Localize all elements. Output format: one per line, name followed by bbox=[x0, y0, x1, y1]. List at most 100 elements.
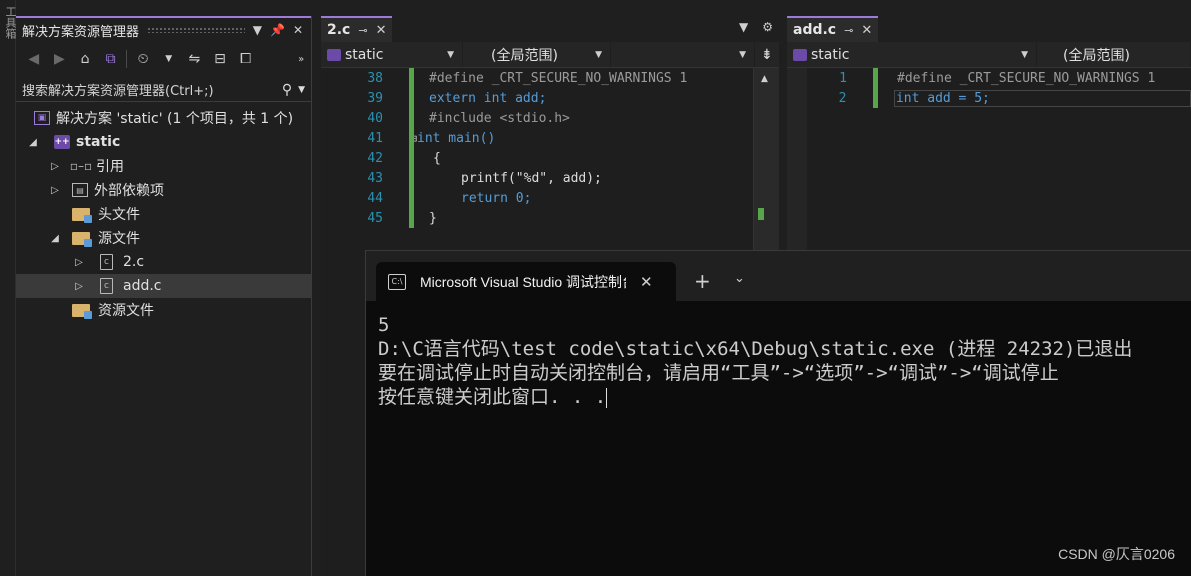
close-icon[interactable]: ✕ bbox=[640, 273, 653, 291]
c-file-icon: c bbox=[100, 254, 113, 270]
pin-icon[interactable]: ⊸ bbox=[844, 24, 853, 37]
code-text: } bbox=[429, 210, 437, 226]
tree-item-file-addc[interactable]: ▷ c add.c bbox=[16, 274, 311, 298]
code-text: int main() bbox=[417, 130, 496, 146]
code-line[interactable]: 1 #define _CRT_SECURE_NO_WARNINGS 1 bbox=[787, 68, 1191, 88]
external-dependencies-icon: ▤ bbox=[72, 183, 88, 197]
tree-item-solution[interactable]: ▣ 解决方案 'static' (1 个项目，共 1 个) bbox=[16, 106, 311, 130]
code-text: #define _CRT_SECURE_NO_WARNINGS 1 bbox=[429, 70, 688, 86]
tree-item-resource-files[interactable]: 资源文件 bbox=[16, 298, 311, 322]
tab-2c[interactable]: 2.c ⊸ ✕ bbox=[321, 16, 393, 42]
tree-item-file-2c[interactable]: ▷ c 2.c bbox=[16, 250, 311, 274]
code-line[interactable]: 42 { bbox=[321, 148, 779, 168]
console-line-text: 按任意键关闭此窗口. . . bbox=[378, 386, 607, 408]
code-line[interactable]: 2 int add = 5; bbox=[787, 88, 1191, 108]
watermark: CSDN @仄言0206 bbox=[1058, 546, 1175, 562]
project-dropdown[interactable]: static ▼ bbox=[787, 42, 1037, 67]
tree-item-label: static bbox=[76, 134, 121, 150]
filter-folder-icon bbox=[72, 207, 92, 223]
chevron-down-icon[interactable]: ▼ bbox=[1021, 50, 1028, 60]
overflow-icon[interactable]: » bbox=[291, 48, 311, 70]
line-number: 38 bbox=[367, 70, 383, 86]
collapsed-arrow-icon[interactable]: ▷ bbox=[48, 161, 62, 172]
vs-ide-window: 工具箱 解决方案资源管理器 ▼ 📌 ✕ ◀ ▶ ⌂ ⧉ ⏲ ▼ ⇋ ⊟ ⧠ » bbox=[0, 0, 1191, 576]
code-line[interactable]: 45 } bbox=[321, 208, 779, 228]
split-icon[interactable]: ⇟ bbox=[761, 47, 773, 63]
chevron-down-icon[interactable]: ▼ bbox=[298, 85, 305, 95]
collapsed-arrow-icon[interactable]: ▷ bbox=[48, 185, 62, 196]
toolbox-strip[interactable]: 工具箱 bbox=[0, 0, 17, 576]
chevron-down-icon[interactable]: ▼ bbox=[739, 50, 746, 60]
code-editor-right[interactable]: 1 #define _CRT_SECURE_NO_WARNINGS 1 2 in… bbox=[787, 68, 1191, 128]
navigation-bar-left: static ▼ (全局范围) ▼ ▼ ⇟ bbox=[321, 42, 779, 68]
sync-icon[interactable]: ⇋ bbox=[185, 48, 205, 70]
tree-item-label: 外部依赖项 bbox=[94, 183, 164, 199]
debug-console-window: C:\ Microsoft Visual Studio 调试控制台 ✕ + ⌄ … bbox=[365, 250, 1191, 576]
code-text: return 0; bbox=[461, 190, 532, 206]
filter-folder-icon bbox=[72, 231, 92, 247]
solution-search-box[interactable]: 搜索解决方案资源管理器(Ctrl+;) ⚲ ▼ bbox=[16, 78, 311, 102]
expanded-arrow-icon[interactable]: ◢ bbox=[48, 233, 62, 244]
new-tab-icon[interactable]: + bbox=[694, 269, 711, 293]
back-icon[interactable]: ◀ bbox=[24, 48, 44, 70]
tree-item-external-deps[interactable]: ▷ ▤ 外部依赖项 bbox=[16, 178, 311, 202]
tree-item-references[interactable]: ▷ ▫–▫ 引用 bbox=[16, 154, 311, 178]
tree-item-header-files[interactable]: 头文件 bbox=[16, 202, 311, 226]
show-all-files-icon[interactable]: ⧠ bbox=[236, 48, 256, 70]
home-icon[interactable]: ⌂ bbox=[75, 48, 95, 70]
code-text: printf("%d", add); bbox=[461, 170, 602, 186]
search-icon[interactable]: ⚲ bbox=[282, 82, 292, 98]
dropdown-icon[interactable]: ▼ bbox=[253, 23, 262, 37]
code-editor-left[interactable]: 38 #define _CRT_SECURE_NO_WARNINGS 1 39 … bbox=[321, 68, 779, 248]
chevron-down-icon[interactable]: ▼ bbox=[595, 50, 602, 60]
tab-label: 2.c bbox=[327, 22, 351, 38]
close-icon[interactable]: ✕ bbox=[861, 23, 872, 38]
c-project-icon bbox=[327, 48, 341, 61]
console-tab[interactable]: C:\ Microsoft Visual Studio 调试控制台 ✕ bbox=[376, 262, 676, 301]
search-input[interactable]: 搜索解决方案资源管理器(Ctrl+;) bbox=[22, 80, 282, 99]
chevron-down-icon[interactable]: ▼ bbox=[159, 48, 179, 70]
tab-label: add.c bbox=[793, 22, 837, 38]
scope-dropdown[interactable]: (全局范围) bbox=[1037, 42, 1191, 67]
close-icon[interactable]: ✕ bbox=[293, 23, 303, 37]
code-line[interactable]: 40 #include <stdio.h> bbox=[321, 108, 779, 128]
project-dropdown[interactable]: static ▼ bbox=[321, 42, 463, 67]
scroll-up-icon[interactable]: ▲ bbox=[761, 74, 768, 84]
member-dropdown[interactable]: ▼ bbox=[611, 42, 755, 67]
pin-icon[interactable]: ⊸ bbox=[358, 24, 367, 37]
tree-item-label: 源文件 bbox=[98, 231, 140, 247]
close-icon[interactable]: ✕ bbox=[376, 23, 387, 38]
code-line[interactable]: 44 return 0; bbox=[321, 188, 779, 208]
code-text: #include <stdio.h> bbox=[429, 110, 570, 126]
chevron-down-icon[interactable]: ⌄ bbox=[734, 271, 745, 286]
code-line[interactable]: 39 extern int add; bbox=[321, 88, 779, 108]
pending-changes-icon[interactable]: ⏲ bbox=[133, 48, 153, 70]
chevron-down-icon[interactable]: ▼ bbox=[739, 20, 748, 34]
collapsed-arrow-icon[interactable]: ▷ bbox=[72, 257, 86, 268]
pin-icon[interactable]: 📌 bbox=[270, 23, 285, 37]
tree-item-project[interactable]: ◢ ++ static bbox=[16, 130, 311, 154]
grip-dots[interactable] bbox=[147, 27, 245, 33]
code-line[interactable]: 43 printf("%d", add); bbox=[321, 168, 779, 188]
tree-item-source-files[interactable]: ◢ 源文件 bbox=[16, 226, 311, 250]
scope-dropdown[interactable]: (全局范围) ▼ bbox=[463, 42, 611, 67]
changed-lines-indicator bbox=[873, 68, 878, 108]
tab-strip-right: add.c ⊸ ✕ bbox=[787, 16, 1191, 42]
tab-addc[interactable]: add.c ⊸ ✕ bbox=[787, 16, 879, 42]
code-line[interactable]: 38 #define _CRT_SECURE_NO_WARNINGS 1 bbox=[321, 68, 779, 88]
project-dropdown-label: static bbox=[345, 46, 384, 63]
expanded-arrow-icon[interactable]: ◢ bbox=[26, 137, 40, 148]
tree-item-label: 引用 bbox=[96, 159, 124, 175]
console-tab-title: Microsoft Visual Studio 调试控制台 bbox=[420, 273, 626, 290]
collapse-all-icon[interactable]: ⊟ bbox=[210, 48, 230, 70]
filter-folder-icon bbox=[72, 303, 92, 319]
tree-item-label: 头文件 bbox=[98, 207, 140, 223]
collapsed-arrow-icon[interactable]: ▷ bbox=[72, 281, 86, 292]
gear-icon[interactable]: ⚙ bbox=[762, 20, 773, 34]
chevron-down-icon[interactable]: ▼ bbox=[447, 50, 454, 60]
forward-icon[interactable]: ▶ bbox=[50, 48, 70, 70]
switch-views-icon[interactable]: ⧉ bbox=[101, 48, 121, 70]
code-line[interactable]: 41 ⊟ int main() bbox=[321, 128, 779, 148]
console-output[interactable]: 5 D:\C语言代码\test code\static\x64\Debug\sta… bbox=[366, 301, 1191, 576]
scope-dropdown-label: (全局范围) bbox=[1063, 47, 1130, 64]
